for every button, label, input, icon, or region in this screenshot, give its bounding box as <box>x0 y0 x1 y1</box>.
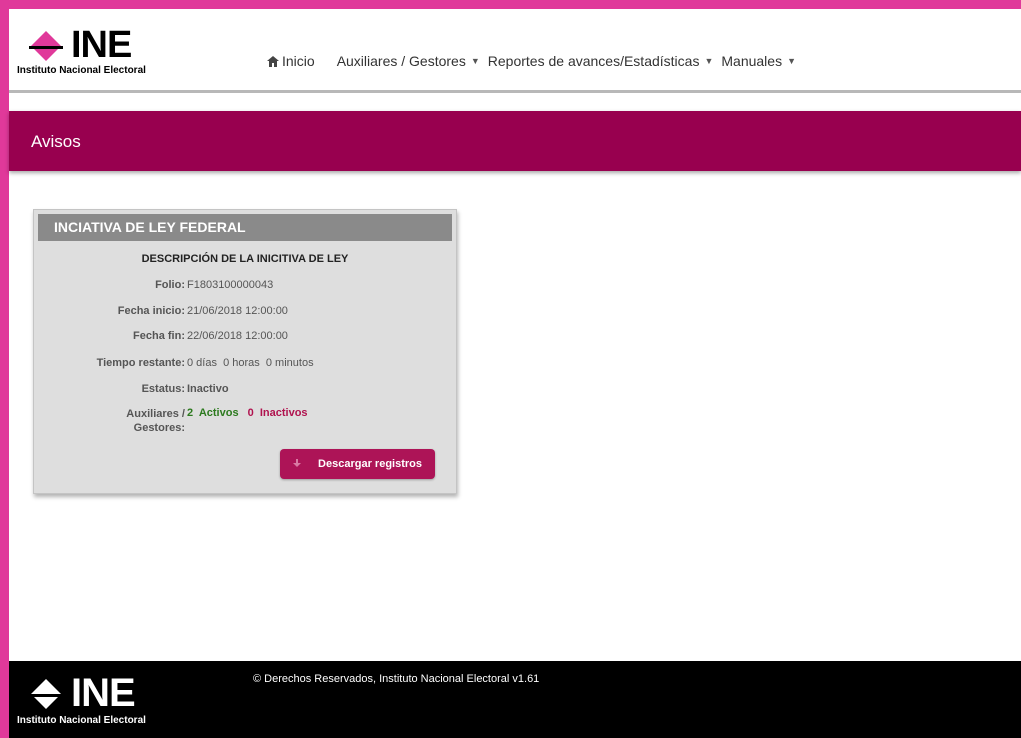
logo-subtitle: Instituto Nacional Electoral <box>17 65 146 76</box>
download-icon <box>292 459 301 468</box>
initiative-card: INCIATIVA DE LEY FEDERAL DESCRIPCIÓN DE … <box>33 209 457 494</box>
card-title: INCIATIVA DE LEY FEDERAL <box>54 219 246 235</box>
fecha-inicio-value: 21/06/2018 12:00:00 <box>187 305 288 317</box>
download-button-label: Descargar registros <box>318 458 422 470</box>
folio-label: Folio: <box>155 279 185 291</box>
nav-reportes[interactable]: Reportes de avances/Estadísticas ▼ <box>488 53 714 69</box>
page-banner: Avisos <box>9 111 1021 171</box>
nav-home[interactable]: Inicio <box>267 53 315 69</box>
chevron-down-icon: ▼ <box>787 56 796 66</box>
page-title: Avisos <box>31 132 81 151</box>
copyright-text: © Derechos Reservados, Instituto Naciona… <box>253 673 540 685</box>
card-header: INCIATIVA DE LEY FEDERAL <box>38 214 452 241</box>
nav-auxiliares[interactable]: Auxiliares / Gestores ▼ <box>337 53 480 69</box>
nav-manuales[interactable]: Manuales ▼ <box>721 53 796 69</box>
header: INE Instituto Nacional Electoral Inicio … <box>9 9 1021 91</box>
footer: INE Instituto Nacional Electoral © Derec… <box>9 661 1021 738</box>
header-divider <box>9 90 1021 93</box>
ine-diamond-icon <box>29 31 63 61</box>
inactivos-count: 0 Inactivos <box>247 407 308 419</box>
auxiliares-counts: 2 Activos 0 Inactivos <box>187 407 308 419</box>
nav-reportes-label: Reportes de avances/Estadísticas <box>487 53 700 69</box>
chevron-down-icon: ▼ <box>470 56 480 66</box>
status-badge: Inactivo <box>187 383 229 395</box>
activos-count: 2 Activos <box>187 407 239 419</box>
auxiliares-label-line1: Auxiliares / <box>126 408 185 420</box>
nav-manuales-label: Manuales <box>721 53 783 69</box>
footer-logo-text: INE <box>71 671 136 715</box>
estatus-label: Estatus: <box>141 383 185 395</box>
footer-logo-subtitle: Instituto Nacional Electoral <box>17 715 146 726</box>
home-icon <box>267 55 279 67</box>
ine-diamond-icon <box>29 679 63 709</box>
folio-value: F1803100000043 <box>187 279 274 291</box>
logo-text: INE <box>71 24 132 66</box>
download-records-button[interactable]: Descargar registros <box>280 449 435 479</box>
tiempo-label: Tiempo restante: <box>96 357 185 369</box>
chevron-down-icon: ▼ <box>704 56 714 66</box>
card-subtitle: DESCRIPCIÓN DE LA INICITIVA DE LEY <box>141 253 349 265</box>
fecha-fin-label: Fecha fin: <box>133 330 185 342</box>
top-border <box>0 0 1021 9</box>
auxiliares-label-line2: Gestores: <box>133 422 185 434</box>
fecha-inicio-label: Fecha inicio: <box>117 305 185 317</box>
tiempo-value: 0 días 0 horas 0 minutos <box>187 357 314 369</box>
nav-home-label: Inicio <box>282 53 315 69</box>
ine-logo[interactable]: INE Instituto Nacional Electoral <box>15 24 165 79</box>
main-nav: Inicio Auxiliares / Gestores ▼ Reportes … <box>267 53 804 69</box>
fecha-fin-value: 22/06/2018 12:00:00 <box>187 330 288 342</box>
footer-ine-logo: INE Instituto Nacional Electoral <box>15 671 165 731</box>
left-border <box>0 0 9 738</box>
nav-auxiliares-label: Auxiliares / Gestores <box>336 53 466 69</box>
auxiliares-label: Auxiliares / Gestores: <box>126 407 185 435</box>
